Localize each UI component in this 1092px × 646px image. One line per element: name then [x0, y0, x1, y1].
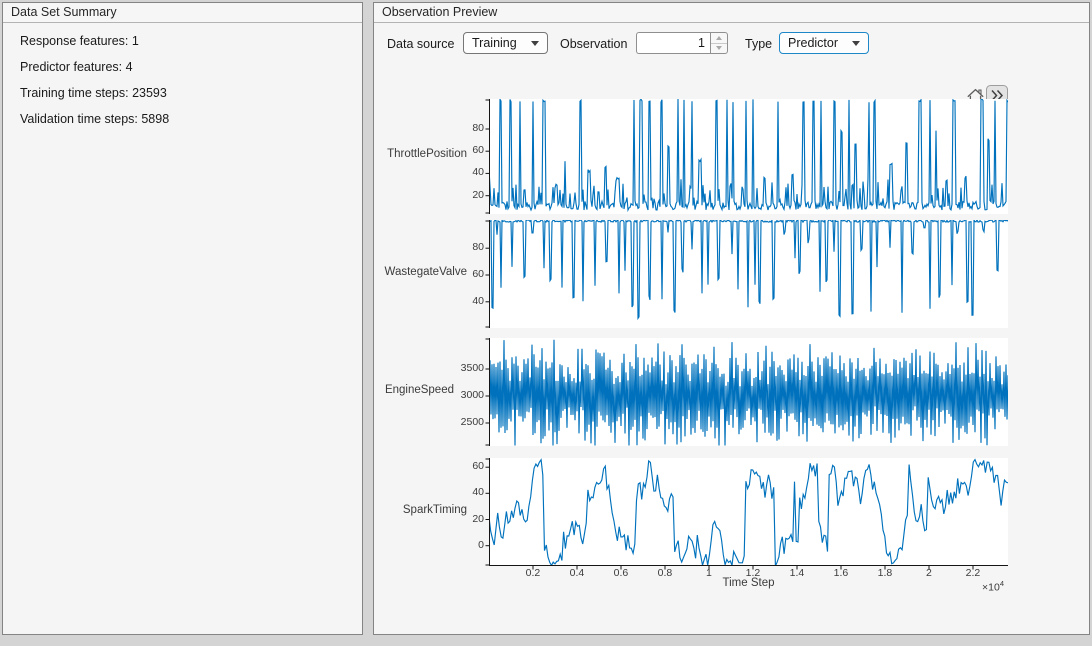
chevron-down-icon: [852, 41, 860, 46]
triangle-up-icon: [716, 36, 722, 40]
y-tick-label: 3000: [438, 389, 484, 401]
observation-preview-title: Observation Preview: [374, 3, 1089, 23]
x-tick-label: 2.2: [951, 567, 995, 579]
app-window: { "window": { "bg": "#d4d4d4" }, "left_p…: [0, 0, 1092, 646]
observation-label: Observation: [560, 37, 627, 51]
y-tick-label: 3500: [438, 362, 484, 374]
data-source-label: Data source: [387, 37, 454, 51]
x-axis-multiplier: ×104: [489, 579, 1004, 594]
x-tick-label: 1.8: [863, 567, 907, 579]
y-tick-label: 2500: [438, 416, 484, 428]
y-tick-label: 80: [438, 122, 484, 134]
triangle-down-icon: [716, 46, 722, 50]
x-tick-label: 0.2: [511, 567, 555, 579]
x-tick-label: 2: [907, 567, 951, 579]
observation-input[interactable]: [636, 32, 710, 54]
x-tick-label: 1.4: [775, 567, 819, 579]
observation-preview-panel: Observation Preview Data source Training…: [373, 2, 1090, 635]
y-tick-label: 0: [438, 539, 484, 551]
type-label: Type: [745, 37, 772, 51]
plot-enginespeed[interactable]: [479, 338, 1008, 452]
x-tick-label: 0.6: [599, 567, 643, 579]
x-tick-label: 1: [687, 567, 731, 579]
spinner-up-button[interactable]: [711, 33, 727, 44]
y-tick-label: 40: [438, 486, 484, 498]
plot-throttleposition[interactable]: [479, 99, 1008, 220]
y-tick-label: 20: [438, 513, 484, 525]
data-set-summary-title: Data Set Summary: [3, 3, 362, 23]
plot-sparktiming[interactable]: [479, 458, 1008, 572]
y-tick-label: 60: [438, 268, 484, 280]
x-tick-label: 1.2: [731, 567, 775, 579]
y-tick-label: 40: [438, 295, 484, 307]
y-tick-label: 80: [438, 241, 484, 253]
summary-validation-time-steps: Validation time steps: 5898: [20, 112, 169, 126]
summary-predictor-features: Predictor features: 4: [20, 60, 133, 74]
chevron-down-icon: [531, 41, 539, 46]
y-tick-label: 40: [438, 166, 484, 178]
y-tick-label: 20: [438, 189, 484, 201]
spinner-down-button[interactable]: [711, 44, 727, 54]
plot-wastegatevalve[interactable]: [479, 220, 1008, 334]
observation-spinner: [710, 32, 728, 54]
type-dropdown[interactable]: Predictor: [779, 32, 869, 54]
summary-response-features: Response features: 1: [20, 34, 139, 48]
y-tick-label: 60: [438, 460, 484, 472]
data-source-dropdown[interactable]: Training: [463, 32, 548, 54]
x-tick-label: 1.6: [819, 567, 863, 579]
x-tick-label: 0.4: [555, 567, 599, 579]
type-selected-value: Predictor: [788, 36, 838, 50]
data-set-summary-panel: Data Set Summary Response features: 1 Pr…: [2, 2, 363, 635]
x-tick-label: 0.8: [643, 567, 687, 579]
data-source-selected-value: Training: [472, 36, 517, 50]
y-tick-label: 60: [438, 144, 484, 156]
summary-training-time-steps: Training time steps: 23593: [20, 86, 167, 100]
